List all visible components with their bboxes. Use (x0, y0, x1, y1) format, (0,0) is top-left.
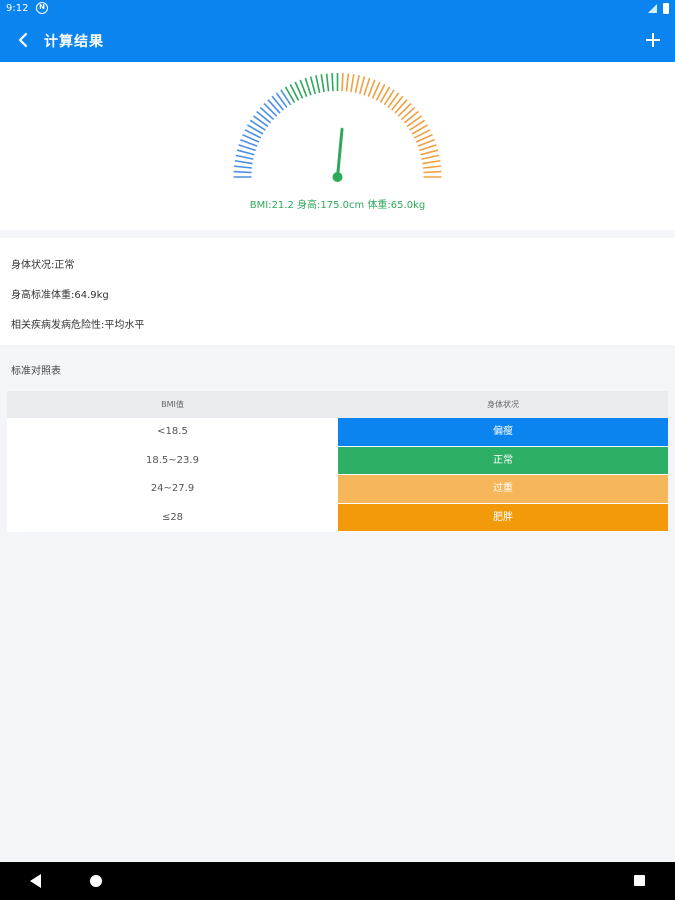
gauge-tick (358, 76, 366, 95)
bmi-summary: BMI:21.2 身高:175.0cm 体重:65.0kg (249, 200, 426, 211)
gauge-tick (263, 102, 278, 117)
bmi-table: BMI值 身体状况 <18.5 偏瘦 18.5~23.9 正常 24~27.9 … (7, 391, 668, 532)
gauge-tick (234, 159, 253, 165)
status-cell: 肥胖 (338, 503, 668, 532)
signal-icon (648, 4, 657, 13)
plus-icon[interactable] (641, 28, 665, 52)
gauge-tick (236, 149, 255, 156)
gauge-tick (315, 75, 321, 94)
nav-back-icon[interactable] (30, 874, 41, 888)
gauge-tick (350, 74, 355, 93)
gauge-tick (275, 92, 288, 108)
gauge-tick (421, 154, 440, 160)
gauge-tick (320, 74, 325, 93)
gauge-tick (422, 159, 441, 165)
gauge-tick (400, 106, 416, 121)
gauge-tick (325, 73, 330, 92)
bmi-range-cell: 18.5~23.9 (7, 446, 338, 475)
gauge-tick (354, 75, 360, 94)
status-cell: 正常 (338, 446, 668, 475)
battery-icon (663, 3, 669, 14)
table-row: 24~27.9 过重 (7, 475, 668, 504)
gauge-tick (397, 102, 412, 117)
gauge-tick (345, 73, 350, 92)
gauge-tick (267, 99, 281, 114)
gauge-tick (341, 73, 344, 92)
status-cell: 过重 (338, 475, 668, 504)
bmi-range-cell: 24~27.9 (7, 475, 338, 504)
gauge-tick (235, 154, 254, 160)
gauge-tick (363, 77, 371, 96)
gauge-tick (259, 106, 275, 121)
gauge-tick (387, 92, 400, 108)
gauge-tick (406, 115, 423, 128)
page-title: 计算结果 (44, 34, 104, 50)
gauge-tick (419, 144, 437, 152)
gauge-card: BMI:21.2 身高:175.0cm 体重:65.0kg (0, 62, 675, 230)
nav-recents-icon[interactable] (634, 875, 645, 886)
gauge-tick (403, 110, 419, 124)
gauge-tick (238, 144, 256, 152)
gauge-tick (256, 110, 272, 124)
gauge-tick (233, 165, 253, 169)
gauge-tick (233, 170, 252, 174)
info-card: 身体状况:正常 身高标准体重:64.9kg 相关疾病发病危险性:平均水平 (0, 238, 675, 345)
notification-icon: N (36, 2, 48, 14)
disease-risk-text: 相关疾病发病危险性:平均水平 (11, 320, 145, 331)
status-cell: 偏瘦 (338, 418, 668, 447)
standard-weight-text: 身高标准体重:64.9kg (11, 290, 109, 301)
gauge-needle (336, 127, 344, 179)
bmi-range-cell: ≤28 (7, 503, 338, 532)
status-bar: 9:12 N (0, 0, 675, 18)
header-bmi: BMI值 (161, 400, 184, 409)
gauge-tick (252, 115, 269, 128)
table-header: BMI值 身体状况 (7, 391, 668, 418)
table-row: ≤28 肥胖 (7, 503, 668, 532)
table-row: 18.5~23.9 正常 (7, 446, 668, 475)
gauge-tick (331, 73, 334, 92)
gauge-tick (390, 95, 404, 111)
back-icon[interactable] (14, 30, 34, 50)
status-time: 9:12 (6, 3, 29, 14)
gauge-tick (394, 99, 408, 114)
gauge-tick (309, 76, 317, 95)
gauge-tick (304, 77, 312, 96)
system-nav-bar (0, 862, 675, 900)
gauge-tick (423, 170, 442, 174)
nav-home-icon[interactable] (90, 875, 102, 887)
table-row: <18.5 偏瘦 (7, 418, 668, 447)
header-status: 身体状况 (487, 400, 519, 409)
gauge-tick (422, 165, 442, 169)
app-bar: 计算结果 (0, 18, 675, 62)
section-title: 标准对照表 (11, 366, 61, 377)
gauge-hub (332, 172, 343, 182)
gauge-tick (420, 149, 439, 156)
gauge-tick (271, 95, 285, 111)
body-status-text: 身体状况:正常 (11, 260, 75, 271)
bmi-range-cell: <18.5 (7, 418, 338, 447)
bmi-gauge (233, 73, 442, 182)
